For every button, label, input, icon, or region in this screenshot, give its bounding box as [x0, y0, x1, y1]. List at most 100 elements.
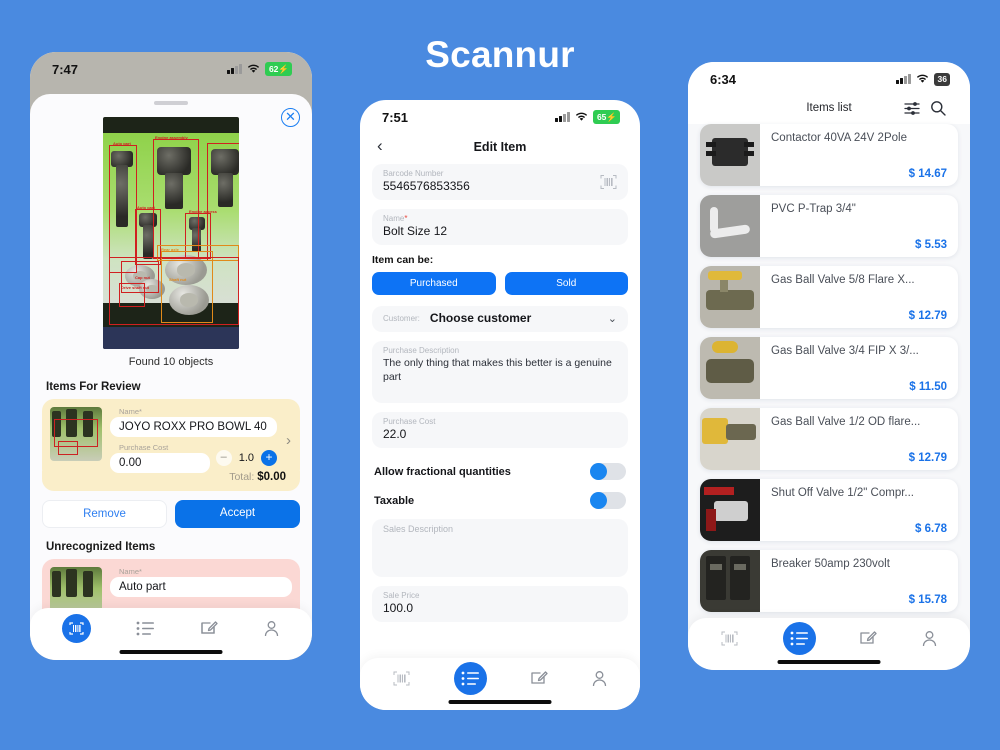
search-icon[interactable]: [930, 100, 956, 116]
chevron-right-icon[interactable]: ›: [285, 432, 292, 449]
barcode-scan-icon[interactable]: [392, 670, 411, 687]
chevron-down-icon[interactable]: ⌄: [608, 312, 617, 325]
items-list-icon[interactable]: [782, 621, 816, 655]
quantity-decrement-button[interactable]: –: [215, 450, 232, 466]
edit-note-icon[interactable]: [200, 619, 218, 637]
name-value[interactable]: Bolt Size 12: [383, 224, 617, 238]
review-item-thumbnail: [50, 407, 102, 461]
items-list-icon[interactable]: [136, 621, 155, 636]
list-item[interactable]: Gas Ball Valve 3/4 FIP X 3/... $ 11.50: [700, 337, 958, 399]
purchase-cost-label: Purchase Cost: [383, 417, 436, 426]
phone-mockup-items-list: 6:34 36 Items list Contactor 40VA 24V 2P…: [688, 62, 970, 670]
status-bar-phone1: 7:47 62 ⚡: [30, 52, 312, 86]
sales-description-label: Sales Description: [383, 524, 454, 534]
review-item-card[interactable]: Name* JOYO ROXX PRO BOWL 40 Purchase Cos…: [42, 399, 300, 481]
item-price: $ 5.53: [915, 239, 947, 251]
item-name: Shut Off Valve 1/2" Compr...: [771, 487, 915, 499]
bottom-nav-phone3: [688, 618, 970, 670]
close-circle-icon[interactable]: ✕: [281, 108, 300, 127]
customer-select[interactable]: Customer: Choose customer ⌄: [372, 306, 628, 332]
item-price: $ 11.50: [909, 381, 947, 393]
scan-results-sheet: ✕ Auto part Engine assembly Auto part En…: [30, 94, 312, 660]
purchase-description-value[interactable]: The only thing that makes this better is…: [383, 356, 617, 384]
sales-description-field[interactable]: Sales Description: [372, 519, 628, 577]
sold-toggle-button[interactable]: Sold: [504, 272, 628, 295]
purchase-cost-value[interactable]: 22.0: [383, 427, 617, 441]
customer-label: Customer:: [383, 313, 420, 323]
item-type-segments: Purchased Sold: [372, 272, 628, 295]
item-price: $ 12.79: [908, 310, 947, 322]
wifi-icon: [247, 64, 260, 74]
quantity-increment-button[interactable]: +: [261, 450, 277, 466]
quantity-stepper[interactable]: – 1.0 +: [215, 450, 277, 466]
phone-mockup-scan-results: 7:47 62 ⚡ ✕ Auto part Engine assembly Au…: [30, 52, 312, 660]
purchase-description-label: Purchase Description: [383, 346, 460, 355]
found-objects-caption: Found 10 objects: [128, 356, 214, 368]
barcode-scan-icon[interactable]: [62, 613, 92, 643]
item-price: $ 15.78: [908, 594, 947, 606]
item-name: Breaker 50amp 230volt: [771, 558, 890, 570]
cost-field-label: Purchase Cost: [119, 443, 169, 452]
battery-indicator: 36: [933, 72, 950, 86]
review-cost-input[interactable]: 0.00: [110, 453, 210, 473]
accept-button[interactable]: Accept: [175, 500, 300, 528]
purchased-toggle-button[interactable]: Purchased: [372, 272, 496, 295]
allow-fractional-toggle[interactable]: [590, 463, 626, 480]
sheet-grabber[interactable]: [154, 101, 188, 105]
item-name: Gas Ball Valve 3/4 FIP X 3/...: [771, 345, 919, 357]
unrecognized-items-title: Unrecognized Items: [46, 541, 156, 553]
item-thumbnail: [700, 337, 760, 399]
items-for-review-title: Items For Review: [46, 381, 141, 393]
bottom-nav-phone1: [30, 608, 312, 660]
profile-icon[interactable]: [921, 630, 938, 647]
item-name: Gas Ball Valve 1/2 OD flare...: [771, 416, 921, 428]
edit-note-icon[interactable]: [530, 669, 548, 687]
list-item[interactable]: PVC P-Trap 3/4" $ 5.53: [700, 195, 958, 257]
taxable-row: Taxable: [372, 486, 628, 515]
camera-preview-image: Auto part Engine assembly Auto part Engi…: [103, 117, 239, 349]
item-price: $ 14.67: [908, 168, 947, 180]
items-list-icon[interactable]: [453, 661, 487, 695]
barcode-icon[interactable]: [599, 174, 618, 191]
list-item[interactable]: Gas Ball Valve 1/2 OD flare... $ 12.79: [700, 408, 958, 470]
customer-value[interactable]: Choose customer: [430, 311, 598, 325]
barcode-number-label: Barcode Number: [383, 169, 444, 178]
battery-indicator: 65 ⚡: [592, 110, 620, 124]
review-name-input[interactable]: JOYO ROXX PRO BOWL 40: [110, 417, 277, 437]
list-item[interactable]: Gas Ball Valve 5/8 Flare X... $ 12.79: [700, 266, 958, 328]
sale-price-value[interactable]: 100.0: [383, 601, 617, 615]
barcode-number-field[interactable]: Barcode Number 5546576853356: [372, 164, 628, 200]
taxable-label: Taxable: [374, 494, 415, 507]
taxable-toggle[interactable]: [590, 492, 626, 509]
item-name: PVC P-Trap 3/4": [771, 203, 856, 215]
remove-button[interactable]: Remove: [42, 500, 168, 528]
barcode-scan-icon[interactable]: [720, 630, 739, 647]
name-field[interactable]: Name* Bolt Size 12: [372, 209, 628, 245]
unrecognized-name-input[interactable]: Auto part: [110, 577, 292, 597]
barcode-number-value[interactable]: 5546576853356: [383, 179, 617, 193]
back-chevron-icon[interactable]: ‹: [377, 136, 383, 156]
review-total-row: Total: $0.00: [42, 471, 300, 491]
status-time: 7:47: [52, 61, 79, 77]
wifi-icon: [916, 74, 929, 84]
sale-price-field[interactable]: Sale Price 100.0: [372, 586, 628, 622]
unrecognized-name-label: Name*: [119, 567, 142, 576]
page-title: Edit Item: [473, 140, 527, 154]
list-item[interactable]: Shut Off Valve 1/2" Compr... $ 6.78: [700, 479, 958, 541]
items-list[interactable]: Contactor 40VA 24V 2Pole $ 14.67 PVC P-T…: [688, 124, 970, 612]
list-item[interactable]: Contactor 40VA 24V 2Pole $ 14.67: [700, 124, 958, 186]
edit-note-icon[interactable]: [859, 629, 878, 647]
purchase-description-field[interactable]: Purchase Description The only thing that…: [372, 341, 628, 403]
cellular-icon: [896, 74, 911, 84]
sale-price-label: Sale Price: [383, 591, 420, 600]
total-value: $0.00: [257, 471, 286, 483]
name-label: Name*: [383, 214, 408, 223]
list-item[interactable]: Breaker 50amp 230volt $ 15.78: [700, 550, 958, 612]
items-list-header: Items list: [688, 96, 970, 124]
allow-fractional-row: Allow fractional quantities: [372, 457, 628, 486]
profile-icon[interactable]: [263, 620, 280, 637]
filter-sliders-icon[interactable]: [904, 101, 930, 115]
page-title: Items list: [806, 102, 852, 114]
purchase-cost-field[interactable]: Purchase Cost 22.0: [372, 412, 628, 448]
profile-icon[interactable]: [591, 670, 608, 687]
